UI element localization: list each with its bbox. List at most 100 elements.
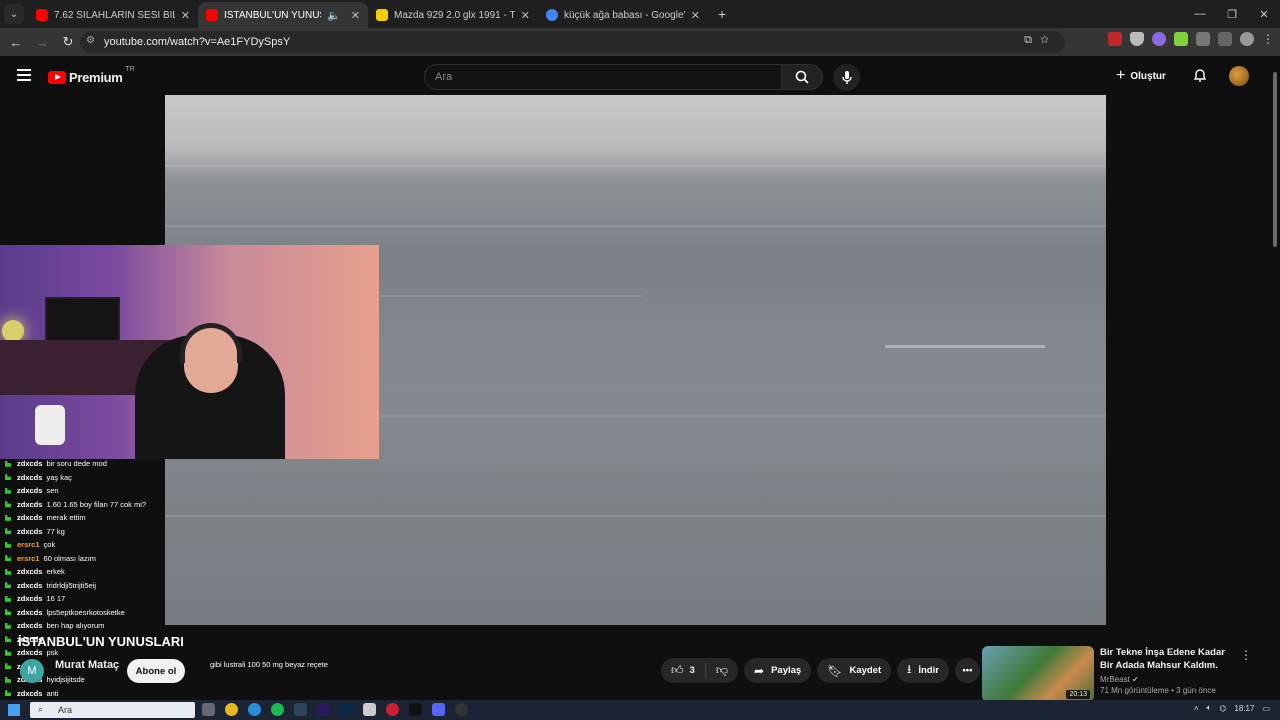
chat-message: ersrc1 60 olması lazım xyxy=(5,552,165,566)
download-button[interactable]: ⭳ İndir xyxy=(897,658,949,683)
browser-tab-3[interactable]: Mazda 929 2.0 glx 1991 - Türk ✕ xyxy=(368,2,538,28)
recommended-channel[interactable]: MrBeast ✔ xyxy=(1100,675,1235,684)
back-icon[interactable]: ← xyxy=(4,35,28,50)
bookmark-star-icon[interactable]: ⧉☆ xyxy=(1024,34,1057,47)
windows-start-icon[interactable] xyxy=(8,704,20,716)
extension-green-icon[interactable] xyxy=(1174,32,1188,46)
chat-message: zdxcds anti xyxy=(5,687,165,701)
account-avatar[interactable] xyxy=(1229,66,1249,86)
chat-text: hyidjsijitsde xyxy=(46,675,85,684)
chat-username: zdxcds xyxy=(17,472,43,482)
share-arrow-icon: ➦ xyxy=(754,663,765,678)
taskbar-apps xyxy=(202,703,468,716)
reload-icon[interactable]: ↻ xyxy=(56,34,80,50)
browser-menu-icon[interactable]: ⋮ xyxy=(1262,32,1274,46)
like-button[interactable]: 👍︎ 3 xyxy=(661,662,706,679)
water-ripple xyxy=(165,165,1106,167)
channel-name[interactable]: Murat Mataç xyxy=(55,659,119,671)
taskbar-search[interactable]: ⌕ Ara xyxy=(30,702,195,718)
new-tab-icon[interactable]: + xyxy=(718,6,726,22)
search-button[interactable] xyxy=(781,64,823,90)
logo-text: Premium xyxy=(69,70,123,85)
forward-icon[interactable]: → xyxy=(30,35,54,50)
recommended-thumbnail[interactable]: 20:13 xyxy=(982,646,1094,702)
extension-purple-icon[interactable] xyxy=(1152,32,1166,46)
notifications-icon[interactable]: ▭ xyxy=(1262,704,1270,713)
tab-search-menu[interactable]: ⌄ xyxy=(4,4,24,24)
close-tab-icon[interactable]: ✕ xyxy=(691,9,700,22)
app-icon[interactable] xyxy=(363,703,376,716)
page-scrollbar[interactable] xyxy=(1270,56,1280,700)
minimize-icon[interactable]: — xyxy=(1184,0,1216,28)
edge-icon[interactable] xyxy=(248,703,261,716)
restore-icon[interactable]: ❐ xyxy=(1216,0,1248,28)
share-button[interactable]: ➦ Paylaş xyxy=(744,658,812,683)
chat-badge-icon xyxy=(5,636,11,643)
task-view-icon[interactable] xyxy=(202,703,215,716)
network-icon[interactable]: ⌬ xyxy=(1219,704,1226,713)
spotify-icon[interactable] xyxy=(271,703,284,716)
recommended-video[interactable]: 20:13 Bir Tekne İnşa Edene Kadar Bir Ada… xyxy=(982,646,1252,702)
discord-icon[interactable] xyxy=(432,703,445,716)
more-actions-button[interactable]: ••• xyxy=(954,658,980,683)
search-input[interactable]: Ara xyxy=(424,64,782,90)
subscribe-button[interactable]: Abone ol xyxy=(127,659,185,683)
terminal-icon[interactable] xyxy=(409,703,422,716)
close-window-icon[interactable]: ✕ xyxy=(1248,0,1280,28)
premiere-icon[interactable] xyxy=(317,703,330,716)
dislike-button[interactable]: 👎︎ xyxy=(706,663,738,678)
browser-tab-2[interactable]: İSTANBUL'UN YUNUSLARI 🔈 ✕ xyxy=(198,2,368,28)
window-controls: — ❐ ✕ xyxy=(1184,0,1280,28)
opera-icon[interactable] xyxy=(386,703,399,716)
close-tab-icon[interactable]: ✕ xyxy=(181,9,190,22)
youtube-logo[interactable]: Premium TR xyxy=(48,66,135,85)
speaker-icon[interactable]: 🔈 xyxy=(327,9,341,22)
chat-message: zdxcds yaş kaç xyxy=(5,471,165,485)
share-label: Paylaş xyxy=(771,665,802,676)
browser-tab-4[interactable]: küçük ağa babası - Google'da A ✕ xyxy=(538,2,708,28)
chat-text: sen xyxy=(46,486,59,495)
save-button[interactable]: 🔖︎ Kaydet xyxy=(817,658,892,683)
site-info-icon[interactable]: ⚙ xyxy=(86,35,95,46)
google-favicon-icon xyxy=(546,9,558,21)
url-bar[interactable]: ⚙ youtube.com/watch?v=Ae1FYDySpsY ⧉☆ xyxy=(80,31,1065,53)
extension-red-icon[interactable] xyxy=(1108,32,1122,46)
tray-expand-icon[interactable]: ˄ xyxy=(1194,704,1199,713)
notifications-bell-icon[interactable] xyxy=(1192,67,1208,83)
browser-tab-1[interactable]: 7.62 SİLAHLARIN SESİ BİLE ÇAY ✕ xyxy=(28,2,198,28)
chat-text: 16 17 xyxy=(46,594,66,603)
chrome-icon[interactable] xyxy=(225,703,238,716)
tab-title: İSTANBUL'UN YUNUSLARI xyxy=(224,9,321,21)
extensions-puzzle-icon[interactable] xyxy=(1196,32,1210,46)
video-actions: 👍︎ 3 👎︎ ➦ Paylaş 🔖︎ Kaydet ⭳ İndir ••• xyxy=(661,658,980,683)
channel-avatar[interactable]: M xyxy=(20,659,44,683)
scrollbar-thumb[interactable] xyxy=(1273,72,1277,247)
menu-icon[interactable] xyxy=(17,69,31,81)
chat-text: tridrldji5trijti5eij xyxy=(46,580,97,590)
close-tab-icon[interactable]: ✕ xyxy=(521,9,530,22)
clock[interactable]: 18:17 xyxy=(1234,704,1254,713)
chat-username: ersrc1 xyxy=(17,540,40,549)
water-ripple xyxy=(165,515,1106,517)
obs-icon[interactable] xyxy=(455,703,468,716)
media-control-icon[interactable] xyxy=(1218,32,1232,46)
extension-shield-icon[interactable] xyxy=(1130,32,1144,46)
steam-icon[interactable] xyxy=(294,703,307,716)
close-tab-icon[interactable]: ✕ xyxy=(351,9,360,22)
search-icon xyxy=(795,70,809,84)
recommended-menu-icon[interactable]: ⋮ xyxy=(1240,648,1252,662)
chat-username: zdxcds xyxy=(17,513,43,522)
voice-search-button[interactable] xyxy=(833,64,860,91)
volume-icon[interactable]: 🔈︎ xyxy=(1207,703,1212,713)
dolphin-splash xyxy=(885,345,1045,348)
chat-username: ersrc1 xyxy=(17,553,40,563)
recommended-info: Bir Tekne İnşa Edene Kadar Bir Adada Mah… xyxy=(1100,646,1235,702)
chat-message: zdxcds ben hap alıyorum xyxy=(5,619,165,633)
create-button[interactable]: + Oluştur xyxy=(1116,65,1166,87)
recommended-title[interactable]: Bir Tekne İnşa Edene Kadar Bir Adada Mah… xyxy=(1100,646,1235,672)
chat-text: merak ettim xyxy=(46,513,86,522)
recommended-channel-name: MrBeast xyxy=(1100,675,1130,684)
profile-avatar-icon[interactable] xyxy=(1240,32,1254,46)
photoshop-icon[interactable] xyxy=(340,703,353,716)
chat-message: zdxcds 77 kg xyxy=(5,525,165,539)
